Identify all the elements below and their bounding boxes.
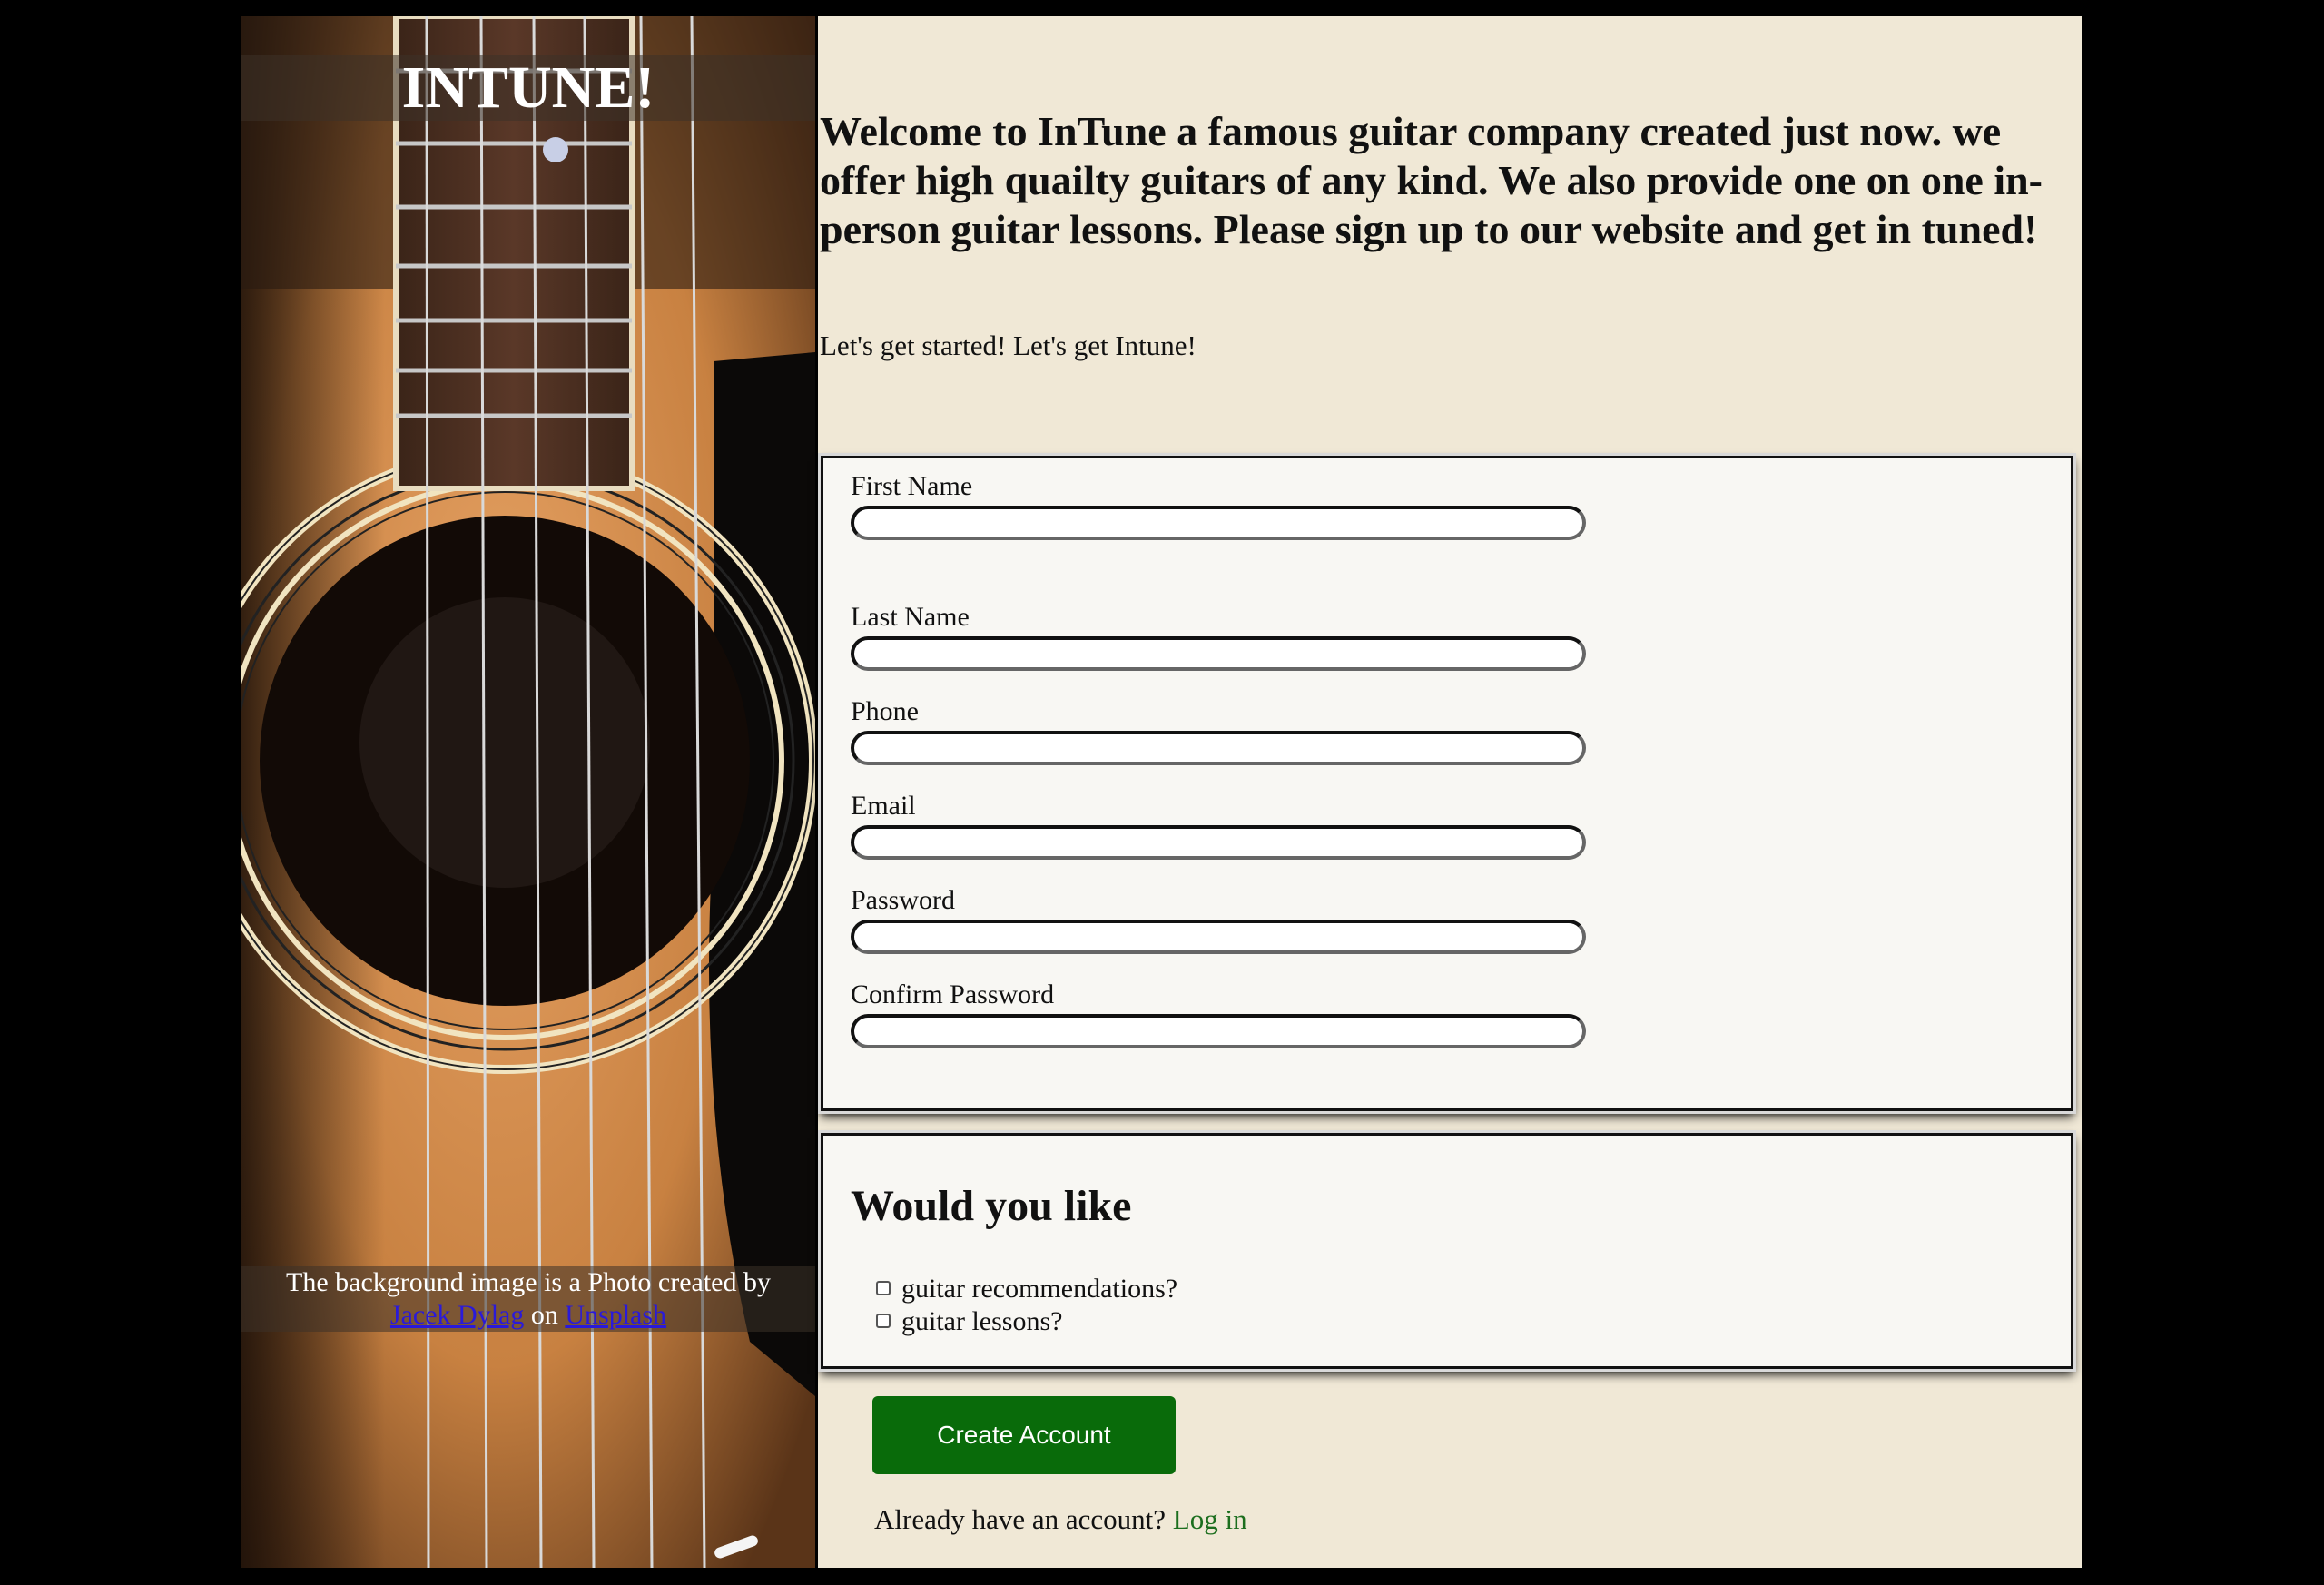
guitar-background-image — [241, 16, 815, 1568]
password-label: Password — [851, 885, 956, 915]
intro-subtext: Let's get started! Let's get Intune! — [820, 330, 1196, 361]
preferences-fieldset: Would you like guitar recommendations? g… — [821, 1133, 2073, 1369]
login-prompt-text: Already have an account? — [874, 1503, 1167, 1535]
lessons-checkbox[interactable] — [876, 1314, 891, 1329]
brand-title: INTUNE! — [401, 54, 655, 121]
signup-content-panel: Welcome to InTune a famous guitar compan… — [818, 16, 2082, 1568]
first-name-input[interactable] — [851, 506, 1586, 540]
phone-label: Phone — [851, 696, 919, 726]
confirm-password-label: Confirm Password — [851, 980, 1055, 1009]
login-link[interactable]: Log in — [1173, 1503, 1247, 1535]
email-input[interactable] — [851, 825, 1586, 860]
option-lessons[interactable]: guitar lessons? — [876, 1306, 1062, 1337]
recommendations-label: guitar recommendations? — [901, 1274, 1178, 1304]
confirm-password-input[interactable] — [851, 1014, 1586, 1048]
option-recommendations[interactable]: guitar recommendations? — [876, 1274, 1177, 1304]
image-credit: The background image is a Photo created … — [241, 1266, 815, 1332]
lessons-label: guitar lessons? — [901, 1306, 1063, 1336]
account-details-fieldset: First Name Last Name Phone Email Passwor… — [821, 456, 2073, 1111]
last-name-input[interactable] — [851, 636, 1586, 671]
welcome-headline: Welcome to InTune a famous guitar compan… — [820, 108, 2043, 252]
password-input[interactable] — [851, 920, 1586, 954]
credit-text: The background image is a Photo created … — [286, 1267, 771, 1297]
login-prompt: Already have an account? Log in — [874, 1503, 1247, 1536]
brand-header: INTUNE! — [241, 55, 815, 121]
credit-author-link[interactable]: Jacek Dylag — [390, 1300, 524, 1330]
create-account-button[interactable]: Create Account — [872, 1396, 1176, 1474]
recommendations-checkbox[interactable] — [876, 1281, 891, 1296]
first-name-label: First Name — [851, 471, 973, 501]
hero-image-panel: INTUNE! The background image is a Photo … — [241, 16, 815, 1568]
credit-site-link[interactable]: Unsplash — [565, 1300, 666, 1330]
preferences-title: Would you like — [851, 1182, 1132, 1230]
phone-input[interactable] — [851, 731, 1586, 765]
last-name-label: Last Name — [851, 602, 970, 632]
email-label: Email — [851, 791, 916, 821]
credit-between: on — [530, 1300, 558, 1330]
